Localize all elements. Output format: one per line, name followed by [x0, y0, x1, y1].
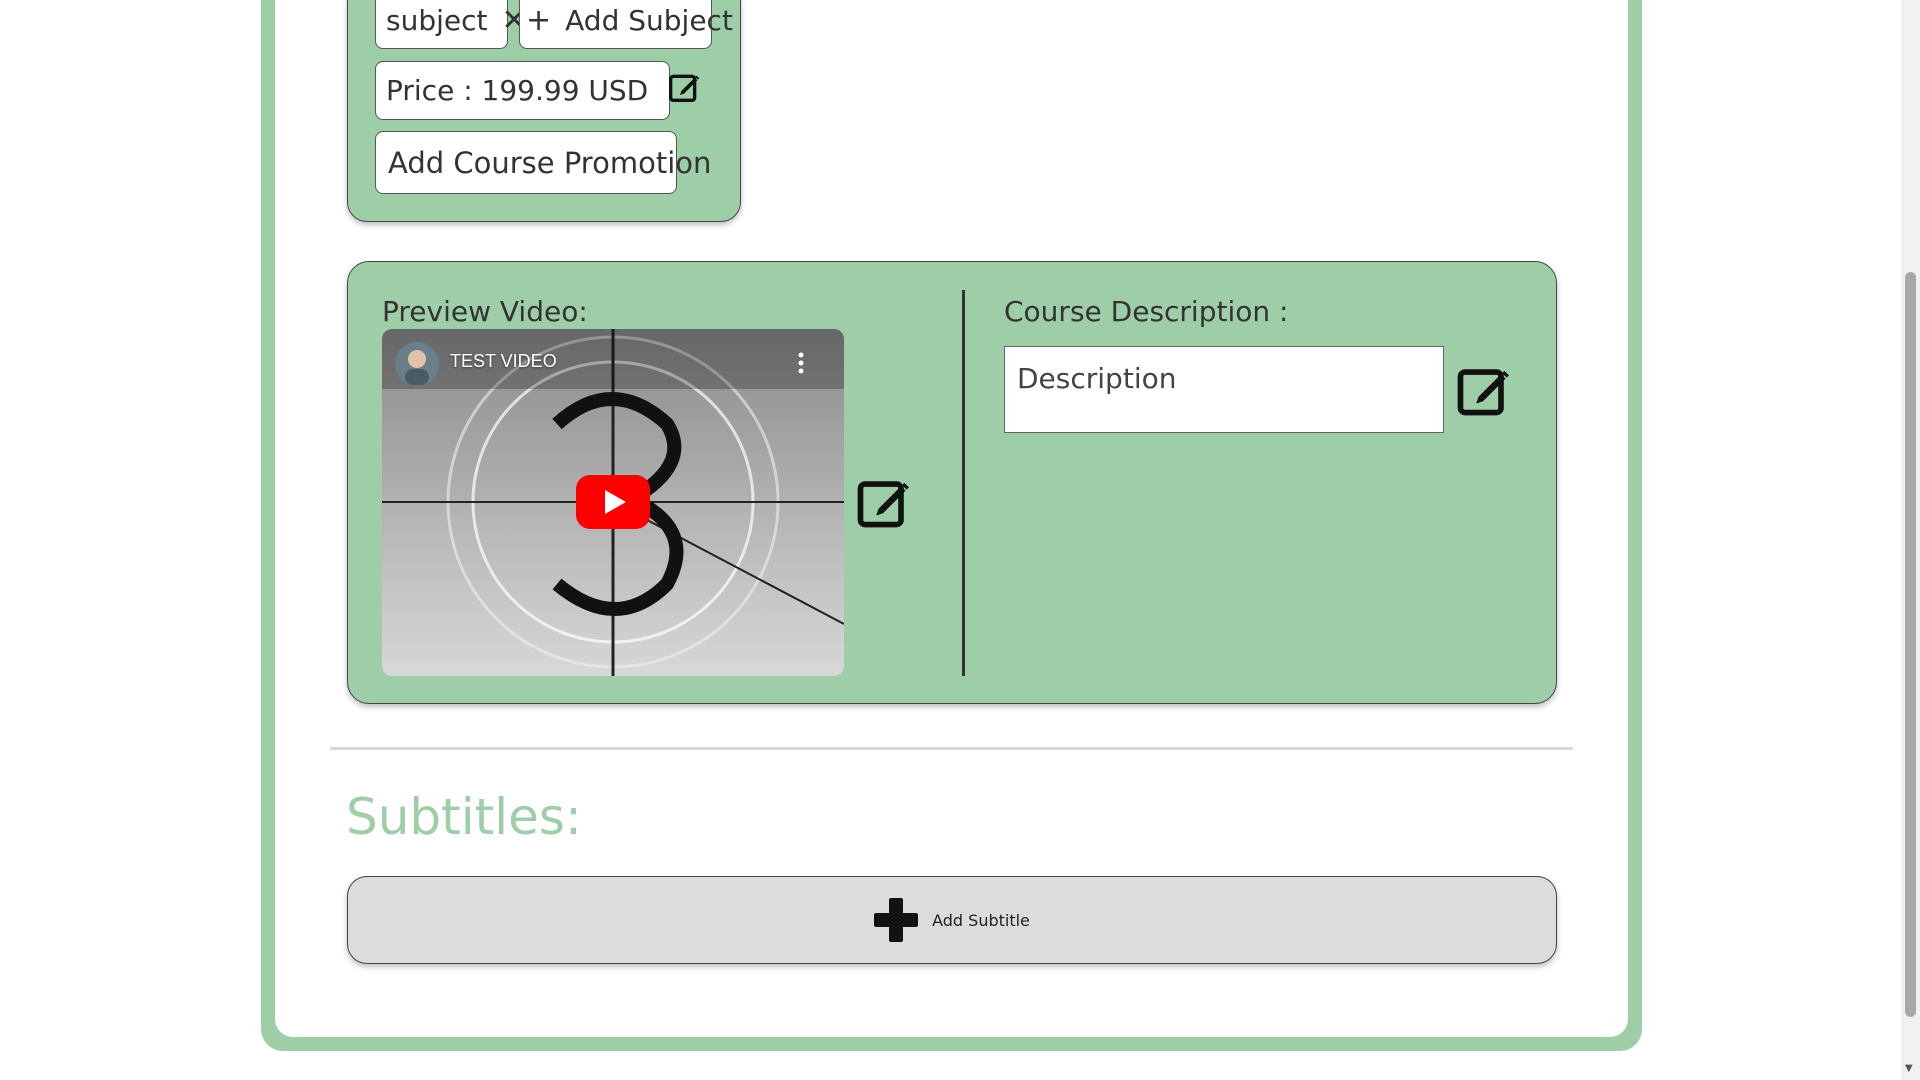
preview-video-label: Preview Video: — [382, 295, 588, 328]
add-subtitle-button[interactable]: Add Subtitle — [347, 876, 1557, 964]
add-subtitle-label: Add Subtitle — [932, 910, 1030, 930]
scrollbar-thumb[interactable] — [1905, 272, 1916, 1017]
panel-divider — [962, 290, 965, 676]
plus-icon — [874, 898, 919, 942]
add-course-promotion-button[interactable]: Add Course Promotion — [375, 131, 711, 194]
course-description-label: Course Description : — [1004, 295, 1289, 328]
subject-chip-label: subject — [386, 4, 488, 37]
description-field[interactable]: Description — [1004, 346, 1444, 433]
add-course-promotion-label: Add Course Promotion — [388, 145, 712, 180]
edit-icon[interactable] — [1456, 363, 1510, 421]
scroll-down-arrow-icon[interactable]: ▼ — [1905, 1063, 1913, 1074]
add-subject-button[interactable]: + Add Subject — [519, 0, 733, 49]
price-label: Price : 199.99 USD — [386, 74, 649, 107]
add-subject-label: Add Subject — [565, 4, 733, 37]
kebab-menu-icon[interactable] — [796, 351, 806, 375]
video-title: TEST VIDEO — [450, 351, 557, 371]
subtitles-heading: Subtitles: — [346, 788, 582, 846]
youtube-play-icon[interactable] — [576, 475, 650, 529]
subject-chip[interactable]: subject ✕ — [375, 0, 527, 49]
plus-icon: + — [526, 3, 552, 38]
preview-video-player[interactable]: TEST VIDEO — [382, 329, 844, 676]
price-field: Price : 199.99 USD — [375, 61, 700, 120]
edit-icon[interactable] — [668, 71, 700, 110]
edit-icon[interactable] — [856, 475, 910, 533]
section-divider — [330, 747, 1573, 750]
